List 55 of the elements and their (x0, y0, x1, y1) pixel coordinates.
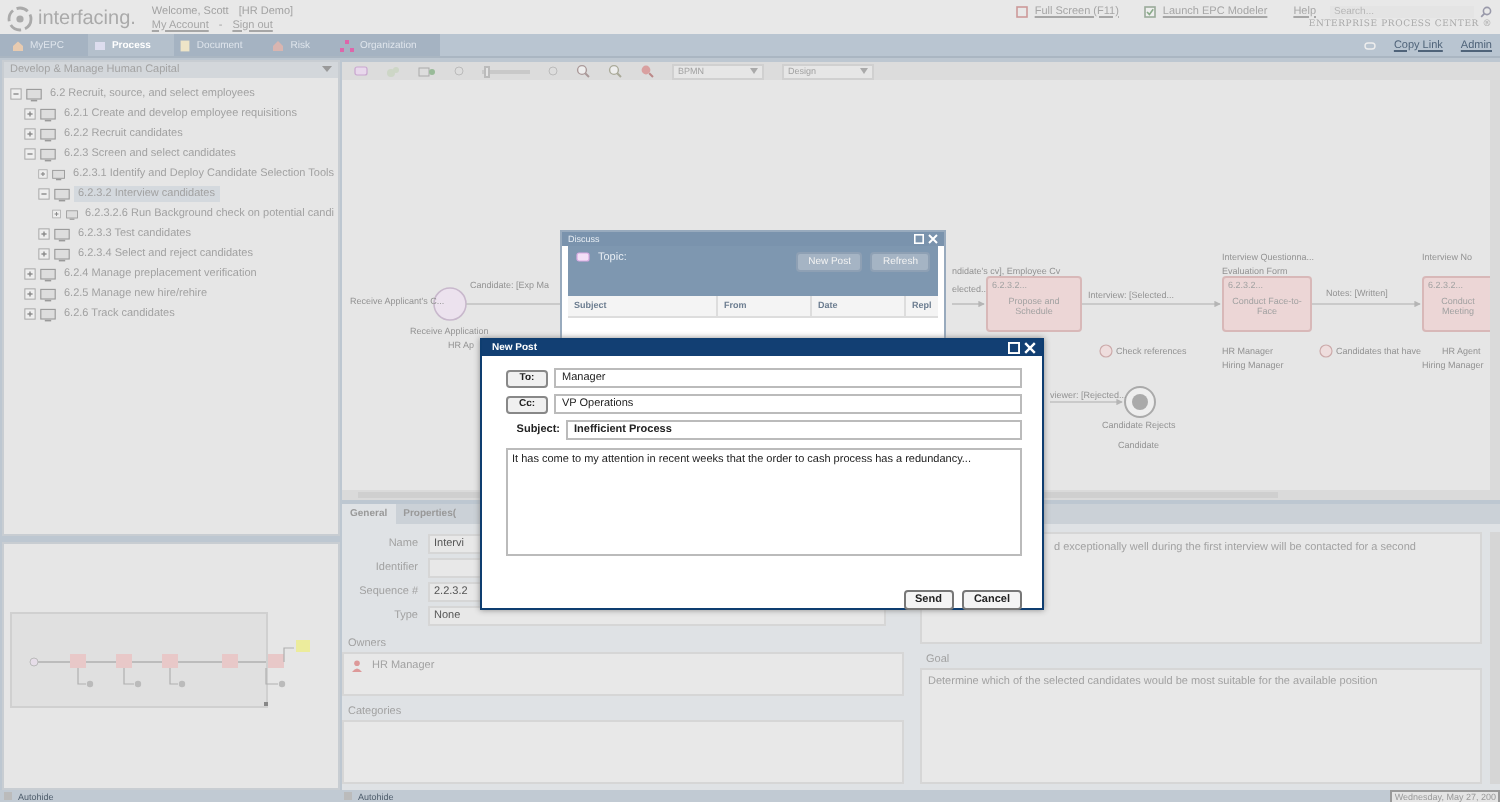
expand-icon[interactable] (38, 228, 50, 240)
monitor-icon (40, 107, 56, 121)
house-icon (272, 39, 285, 51)
add-icon[interactable] (418, 65, 436, 77)
close-icon[interactable] (1024, 342, 1036, 354)
monitor-icon (51, 167, 66, 181)
collapse-icon[interactable] (38, 188, 50, 200)
zoom-out-icon[interactable] (608, 64, 622, 78)
monitor-icon (54, 247, 70, 261)
grid-icon (93, 39, 106, 51)
speech-bubble-icon (576, 252, 590, 264)
expand-icon[interactable] (24, 308, 36, 320)
expand-icon[interactable] (24, 128, 36, 140)
caret-icon (322, 66, 332, 74)
caret-icon (750, 68, 758, 74)
monitor-icon (26, 87, 42, 101)
expand-icon[interactable] (24, 268, 36, 280)
caret-icon (860, 68, 868, 74)
monitor-icon (40, 267, 56, 281)
expand-icon[interactable] (38, 248, 50, 260)
reference-icon (1099, 344, 1113, 358)
speech-bubble-icon[interactable] (354, 65, 368, 77)
start-event (433, 287, 467, 321)
person-icon (352, 660, 362, 672)
expand-icon[interactable] (52, 208, 62, 220)
search-icon[interactable] (1480, 5, 1492, 17)
maximize-icon[interactable] (1008, 342, 1020, 354)
collapse-icon[interactable] (24, 148, 36, 160)
reference-icon (1319, 344, 1333, 358)
monitor-icon (40, 127, 56, 141)
document-icon (180, 39, 191, 51)
expand-icon[interactable] (38, 168, 48, 180)
org-chart-icon (339, 39, 354, 51)
home-icon (12, 39, 24, 51)
monitor-icon (40, 287, 56, 301)
collapse-icon[interactable] (10, 88, 22, 100)
highlighter-icon[interactable] (640, 64, 654, 78)
monitor-icon (40, 147, 56, 161)
fullscreen-icon (1016, 5, 1029, 17)
brand-name: interfacing. (38, 7, 136, 29)
checkbox-icon (1144, 5, 1157, 17)
monitor-icon (54, 227, 70, 241)
link-icon (1363, 41, 1376, 49)
zoom-out-small-icon[interactable] (454, 66, 464, 76)
monitor-icon (40, 307, 56, 321)
gears-icon[interactable] (386, 65, 400, 77)
logo-icon (6, 5, 34, 31)
zoom-in-small-icon[interactable] (548, 66, 558, 76)
slider-thumb[interactable] (484, 65, 491, 77)
expand-icon[interactable] (24, 108, 36, 120)
monitor-icon (65, 207, 78, 221)
monitor-icon (54, 187, 70, 201)
end-event (1124, 386, 1156, 418)
expand-icon[interactable] (24, 288, 36, 300)
zoom-in-icon[interactable] (576, 64, 590, 78)
